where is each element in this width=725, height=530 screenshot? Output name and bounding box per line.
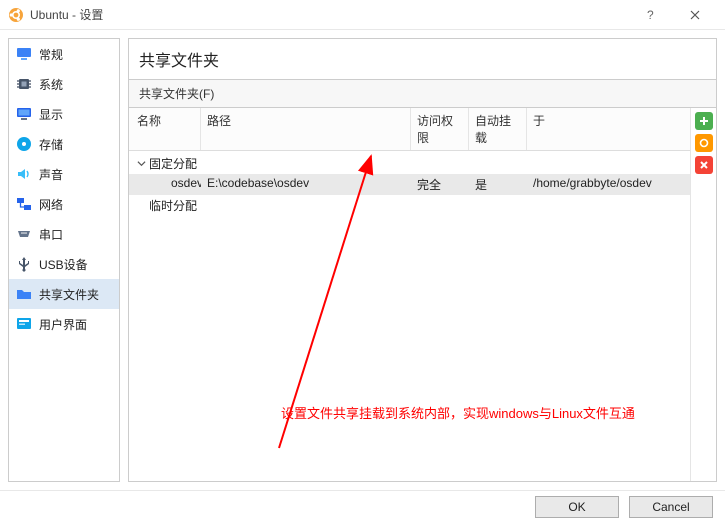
annotation-text: 设置文件共享挂载到系统内部，实现windows与Linux文件互通	[281, 403, 635, 422]
window-controls: ?	[627, 1, 717, 29]
sidebar-item-shared-folders[interactable]: 共享文件夹	[9, 279, 119, 309]
display-icon	[15, 105, 33, 123]
sidebar-item-label: 常规	[39, 46, 63, 63]
sidebar-item-label: 共享文件夹	[39, 286, 99, 303]
cell-automount: 是	[469, 174, 527, 195]
cancel-button[interactable]: Cancel	[629, 496, 713, 518]
sidebar-item-storage[interactable]: 存储	[9, 129, 119, 159]
sidebar-item-general[interactable]: 常规	[9, 39, 119, 69]
col-header-automount[interactable]: 自动挂载	[469, 108, 527, 150]
window-title: Ubuntu - 设置	[30, 6, 103, 23]
add-folder-button[interactable]	[695, 112, 713, 130]
group-fixed[interactable]: 固定分配	[129, 153, 690, 174]
main-area: 常规 系统 显示 存储 声音	[0, 30, 725, 490]
table-body: 固定分配 osdev E:\codebase\osdev 完全 是 /home/…	[129, 151, 690, 216]
table-header: 名称 路径 访问权限 自动挂载 于	[129, 108, 690, 151]
window-help-button[interactable]: ?	[627, 1, 672, 29]
group-label: 固定分配	[149, 155, 197, 172]
serial-port-icon	[15, 225, 33, 243]
sidebar-item-usb[interactable]: USB设备	[9, 249, 119, 279]
sidebar-item-label: 声音	[39, 166, 63, 183]
sidebar-item-label: 网络	[39, 196, 63, 213]
content-body: 名称 路径 访问权限 自动挂载 于 固定分配 osdev E:\	[128, 107, 717, 482]
edit-folder-button[interactable]	[695, 134, 713, 152]
sidebar-item-label: 串口	[39, 226, 63, 243]
speaker-icon	[15, 165, 33, 183]
folder-icon	[15, 285, 33, 303]
sidebar-item-label: 显示	[39, 106, 63, 123]
table-row[interactable]: osdev E:\codebase\osdev 完全 是 /home/grabb…	[129, 174, 690, 195]
group-label: 临时分配	[149, 197, 197, 214]
col-header-at[interactable]: 于	[527, 108, 690, 150]
col-header-access[interactable]: 访问权限	[411, 108, 469, 150]
sidebar-item-audio[interactable]: 声音	[9, 159, 119, 189]
content-panel: 共享文件夹 共享文件夹(F) 名称 路径 访问权限 自动挂载 于 固定分配	[128, 38, 717, 482]
chevron-down-icon	[135, 157, 147, 171]
sidebar-item-label: 系统	[39, 76, 63, 93]
cell-mountpoint: /home/grabbyte/osdev	[527, 174, 690, 195]
ok-button[interactable]: OK	[535, 496, 619, 518]
sidebar-item-system[interactable]: 系统	[9, 69, 119, 99]
disk-icon	[15, 135, 33, 153]
settings-sidebar: 常规 系统 显示 存储 声音	[8, 38, 120, 482]
app-icon	[8, 7, 24, 23]
svg-text:?: ?	[647, 9, 654, 21]
sidebar-item-serial[interactable]: 串口	[9, 219, 119, 249]
sidebar-item-label: 存储	[39, 136, 63, 153]
cell-name: osdev	[129, 174, 201, 195]
usb-icon	[15, 255, 33, 273]
dialog-footer: OK Cancel	[0, 490, 725, 522]
col-header-name[interactable]: 名称	[129, 108, 201, 150]
remove-folder-button[interactable]	[695, 156, 713, 174]
monitor-icon	[15, 45, 33, 63]
titlebar: Ubuntu - 设置 ?	[0, 0, 725, 30]
network-icon	[15, 195, 33, 213]
sidebar-item-label: USB设备	[39, 256, 88, 273]
shared-folders-table: 名称 路径 访问权限 自动挂载 于 固定分配 osdev E:\	[129, 108, 690, 481]
group-transient[interactable]: ▾ 临时分配	[129, 195, 690, 216]
cell-path: E:\codebase\osdev	[201, 174, 411, 195]
window-close-button[interactable]	[672, 1, 717, 29]
ui-icon	[15, 315, 33, 333]
sidebar-item-display[interactable]: 显示	[9, 99, 119, 129]
cell-access: 完全	[411, 174, 469, 195]
chip-icon	[15, 75, 33, 93]
sidebar-item-network[interactable]: 网络	[9, 189, 119, 219]
sidebar-item-user-interface[interactable]: 用户界面	[9, 309, 119, 339]
section-label: 共享文件夹(F)	[128, 79, 717, 107]
folder-toolbar	[690, 108, 716, 481]
sidebar-item-label: 用户界面	[39, 316, 87, 333]
col-header-path[interactable]: 路径	[201, 108, 411, 150]
content-title: 共享文件夹	[128, 38, 717, 79]
